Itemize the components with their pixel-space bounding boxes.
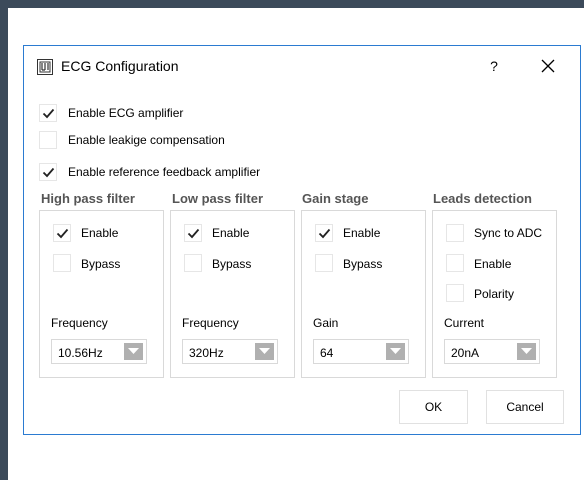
high-pass-frequency-select[interactable]: 10.56Hz	[51, 339, 147, 364]
low-pass-frequency-value: 320Hz	[189, 346, 224, 360]
checkmark-icon	[56, 228, 69, 239]
help-button[interactable]: ?	[486, 55, 502, 77]
gain-bypass-checkbox[interactable]	[315, 254, 333, 272]
leads-polarity-label: Polarity	[474, 287, 515, 301]
low-pass-enable-checkbox[interactable]	[184, 224, 202, 242]
gain-select[interactable]: 64	[313, 339, 409, 364]
low-pass-bypass-checkbox[interactable]	[184, 254, 202, 272]
high-pass-filter-group: Enable Bypass Frequency 10.56Hz	[39, 210, 164, 378]
enable-reference-feedback-checkbox[interactable]	[39, 163, 57, 181]
leads-current-value: 20nA	[451, 346, 480, 360]
high-pass-bypass-label: Bypass	[81, 257, 121, 271]
gain-enable-checkbox[interactable]	[315, 224, 333, 242]
enable-reference-feedback-label: Enable reference feedback amplifier	[68, 165, 261, 179]
enable-ecg-amplifier-label: Enable ECG amplifier	[68, 106, 184, 120]
low-pass-filter-group: Enable Bypass Frequency 320Hz	[170, 210, 295, 378]
enable-leakage-compensation-checkbox[interactable]	[39, 131, 57, 149]
high-pass-frequency-value: 10.56Hz	[58, 346, 103, 360]
gain-stage-group: Enable Bypass Gain 64	[301, 210, 426, 378]
high-pass-enable-label: Enable	[81, 226, 119, 240]
close-icon	[541, 59, 555, 73]
checkmark-icon	[318, 228, 331, 239]
gain-stage-title: Gain stage	[302, 191, 369, 206]
leads-detection-title: Leads detection	[433, 191, 532, 206]
gain-label: Gain	[313, 316, 339, 330]
high-pass-filter-title: High pass filter	[41, 191, 135, 206]
gain-bypass-label: Bypass	[343, 257, 383, 271]
gain-value: 64	[320, 346, 334, 360]
leads-enable-checkbox[interactable]	[446, 254, 464, 272]
checkmark-icon	[187, 228, 200, 239]
leads-current-select[interactable]: 20nA	[444, 339, 540, 364]
leads-sync-to-adc-checkbox[interactable]	[446, 224, 464, 242]
enable-ecg-amplifier-checkbox[interactable]	[39, 104, 57, 122]
low-pass-frequency-label: Frequency	[182, 316, 239, 330]
low-pass-enable-label: Enable	[212, 226, 250, 240]
close-button[interactable]	[538, 55, 558, 77]
high-pass-bypass-checkbox[interactable]	[53, 254, 71, 272]
leads-detection-group: Sync to ADC Enable Polarity Current 20nA	[432, 210, 557, 378]
low-pass-filter-title: Low pass filter	[172, 191, 264, 206]
checkmark-icon	[42, 108, 55, 119]
high-pass-enable-checkbox[interactable]	[53, 224, 71, 242]
background-window-top-border	[0, 0, 584, 8]
dropdown-arrow-icon	[386, 343, 405, 360]
enable-leakage-compensation-label: Enable leakige compensation	[68, 133, 225, 147]
cancel-button[interactable]: Cancel	[486, 390, 564, 424]
dropdown-arrow-icon	[255, 343, 274, 360]
leads-sync-to-adc-label: Sync to ADC	[474, 226, 543, 240]
checkmark-icon	[42, 167, 55, 178]
dialog-title: ECG Configuration	[61, 58, 179, 74]
background-window-left-border	[0, 0, 8, 480]
leads-enable-label: Enable	[474, 257, 512, 271]
app-icon	[37, 59, 53, 75]
leads-polarity-checkbox[interactable]	[446, 284, 464, 302]
low-pass-frequency-select[interactable]: 320Hz	[182, 339, 278, 364]
ecg-configuration-dialog: ECG Configuration ? Enable ECG amplifier…	[23, 45, 581, 435]
gain-enable-label: Enable	[343, 226, 381, 240]
high-pass-frequency-label: Frequency	[51, 316, 108, 330]
leads-current-label: Current	[444, 316, 485, 330]
low-pass-bypass-label: Bypass	[212, 257, 252, 271]
ok-button[interactable]: OK	[399, 390, 468, 424]
dropdown-arrow-icon	[517, 343, 536, 360]
dropdown-arrow-icon	[124, 343, 143, 360]
